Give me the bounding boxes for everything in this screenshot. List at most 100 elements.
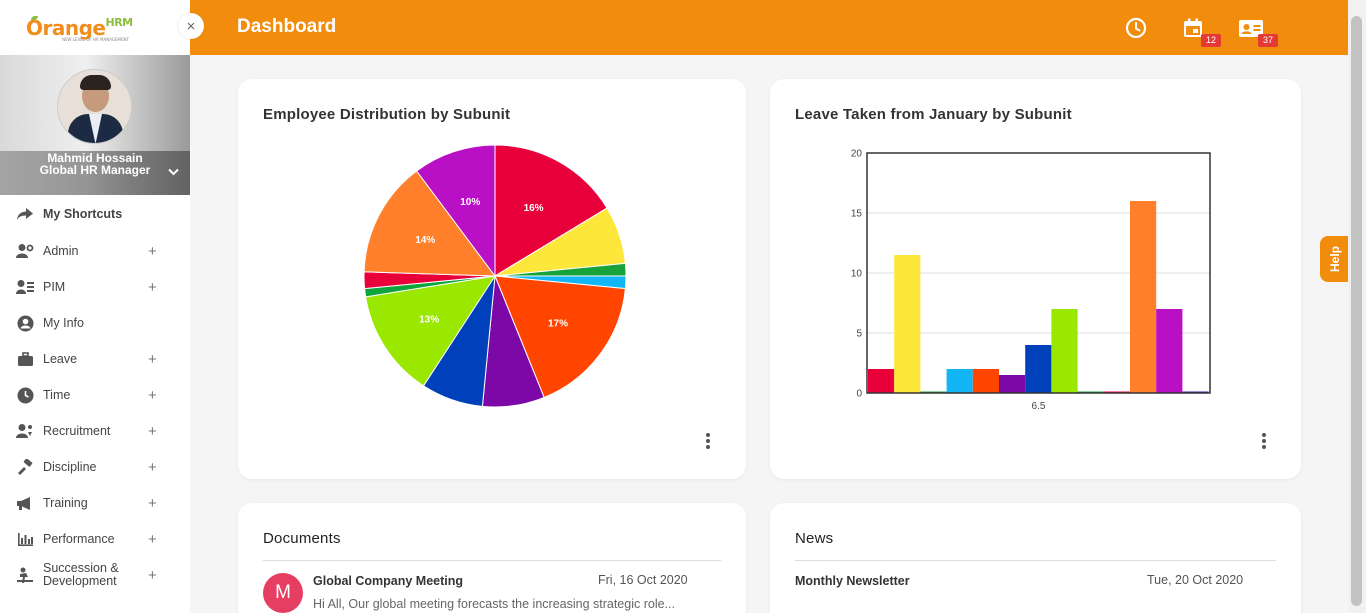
bar[interactable]: [1156, 309, 1183, 393]
sidebar-item-discipline[interactable]: Discipline +: [0, 449, 190, 485]
divider: [795, 560, 1276, 561]
avatar: [57, 69, 132, 144]
expand-icon[interactable]: +: [148, 531, 157, 548]
user-circle-icon: [14, 314, 36, 332]
expand-icon[interactable]: +: [148, 459, 157, 476]
sidebar-item-training[interactable]: Training +: [0, 485, 190, 521]
bar[interactable]: [1051, 309, 1078, 393]
close-icon: ×: [186, 17, 196, 35]
news-title[interactable]: Monthly Newsletter: [795, 574, 910, 588]
close-sidebar-button[interactable]: ×: [178, 13, 204, 39]
x-tick-label: 6.5: [1032, 401, 1046, 412]
logo-hrm-text: HRM: [105, 15, 133, 29]
expand-icon[interactable]: +: [148, 387, 157, 404]
recruitment-icon: [14, 422, 36, 440]
expand-icon[interactable]: +: [148, 568, 157, 583]
expand-icon[interactable]: +: [148, 243, 157, 260]
document-title[interactable]: Global Company Meeting: [313, 574, 463, 588]
sidebar-item-my-info[interactable]: My Info: [0, 305, 190, 341]
admin-icon: [14, 242, 36, 260]
documents-card: Documents M Global Company Meeting Fri, …: [238, 503, 746, 613]
document-avatar: M: [263, 573, 303, 613]
sidebar-item-label: Training: [43, 496, 88, 510]
sidebar-item-admin[interactable]: Admin +: [0, 233, 190, 269]
sidebar-item-succession-development[interactable]: Succession & Development +: [0, 557, 190, 593]
bar[interactable]: [946, 369, 973, 393]
news-card: News Monthly Newsletter Tue, 20 Oct 2020: [770, 503, 1301, 613]
chevron-down-icon[interactable]: [168, 165, 179, 179]
sidebar-item-leave[interactable]: Leave +: [0, 341, 190, 377]
more-options-icon[interactable]: [703, 431, 713, 451]
sidebar-item-my-shortcuts[interactable]: My Shortcuts: [0, 195, 190, 233]
user-profile-panel[interactable]: Mahmid Hossain Global HR Manager: [0, 55, 190, 195]
succession-icon: [14, 566, 36, 584]
scrollbar[interactable]: [1348, 0, 1366, 613]
news-date: Tue, 20 Oct 2020: [1147, 573, 1244, 587]
pim-icon: [14, 278, 36, 296]
sidebar: OrangeHRM NEW LEVEL OF HR MANAGEMENT Mah…: [0, 0, 190, 613]
profile-role: Global HR Manager: [39, 163, 151, 177]
bar[interactable]: [868, 369, 895, 393]
bar[interactable]: [1025, 345, 1052, 393]
bar-chart-icon: [14, 530, 36, 548]
employee-distribution-pie-chart: 16% 17% 13% 14% 10%: [363, 144, 627, 408]
logo-tagline: NEW LEVEL OF HR MANAGEMENT: [62, 36, 129, 42]
expand-icon[interactable]: +: [148, 495, 157, 512]
expand-icon[interactable]: +: [148, 279, 157, 296]
document-date: Fri, 16 Oct 2020: [598, 573, 688, 587]
bar[interactable]: [999, 375, 1026, 393]
card-title: Documents: [263, 530, 341, 547]
logo-bar: OrangeHRM NEW LEVEL OF HR MANAGEMENT: [0, 0, 190, 55]
help-label: Help: [1327, 245, 1342, 273]
app-root: OrangeHRM NEW LEVEL OF HR MANAGEMENT Mah…: [0, 0, 1366, 613]
pie-slice-label: 14%: [415, 235, 435, 246]
contacts-badge: 37: [1258, 34, 1278, 47]
sidebar-item-label: PIM: [43, 280, 66, 294]
card-title: News: [795, 530, 834, 547]
y-tick-label: 15: [851, 209, 863, 220]
orangehrm-logo[interactable]: OrangeHRM NEW LEVEL OF HR MANAGEMENT: [26, 15, 133, 42]
help-button[interactable]: Help: [1320, 236, 1350, 282]
discipline-icon: [14, 458, 36, 476]
y-tick-label: 5: [856, 329, 862, 340]
clock-icon[interactable]: [1123, 15, 1149, 41]
more-options-icon[interactable]: [1259, 431, 1269, 451]
sidebar-item-label: Time: [43, 388, 71, 402]
divider: [263, 560, 721, 561]
top-bar: Dashboard 12 37: [190, 0, 1348, 55]
expand-icon[interactable]: +: [148, 351, 157, 368]
sidebar-item-label: My Shortcuts: [43, 207, 123, 221]
calendar-badge: 12: [1201, 34, 1221, 47]
y-tick-label: 10: [851, 269, 863, 280]
share-icon: [14, 205, 36, 223]
sidebar-item-label-line: Development: [43, 574, 117, 588]
bar[interactable]: [1130, 201, 1157, 393]
sidebar-item-label: Discipline: [43, 460, 97, 474]
pie-slice-label: 13%: [419, 314, 439, 325]
card-title: Leave Taken from January by Subunit: [795, 106, 1072, 123]
sidebar-item-pim[interactable]: PIM +: [0, 269, 190, 305]
card-title: Employee Distribution by Subunit: [263, 106, 511, 123]
sidebar-item-label: Recruitment: [43, 424, 111, 438]
page-title: Dashboard: [237, 16, 337, 37]
sidebar-item-label: Performance: [43, 532, 115, 546]
document-excerpt: Hi All, Our global meeting forecasts the…: [313, 597, 675, 611]
bar[interactable]: [972, 369, 999, 393]
y-tick-label: 20: [851, 149, 863, 160]
employee-distribution-card: Employee Distribution by Subunit 16% 17% 1…: [238, 79, 746, 479]
sidebar-item-label-line: Succession &: [43, 561, 119, 575]
sidebar-item-label: Leave: [43, 352, 78, 366]
y-tick-label: 0: [856, 389, 862, 400]
pie-slice-label: 10%: [460, 197, 480, 208]
megaphone-icon: [14, 494, 36, 512]
bar[interactable]: [894, 255, 921, 393]
sidebar-item-performance[interactable]: Performance +: [0, 521, 190, 557]
main-menu: My Shortcuts Admin + PIM + My Info Leave + Time +…: [0, 195, 190, 593]
leave-taken-card: Leave Taken from January by Subunit 20 15…: [770, 79, 1301, 479]
sidebar-item-recruitment[interactable]: Recruitment +: [0, 413, 190, 449]
sidebar-item-label: My Info: [43, 316, 84, 330]
scrollbar-thumb[interactable]: [1351, 16, 1362, 606]
expand-icon[interactable]: +: [148, 423, 157, 440]
briefcase-icon: [14, 350, 36, 368]
sidebar-item-time[interactable]: Time +: [0, 377, 190, 413]
